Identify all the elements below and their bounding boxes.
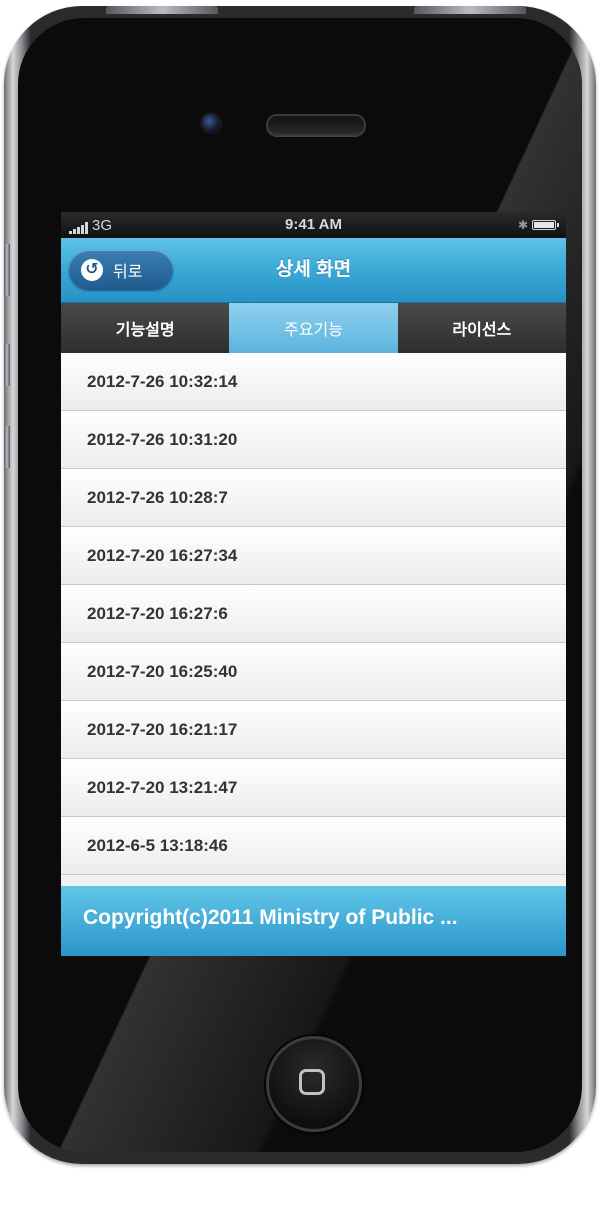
tab-main-features[interactable]: 주요기능 <box>229 303 398 353</box>
list-item[interactable]: 2012-7-20 16:27:6 <box>61 585 566 643</box>
top-button-right <box>414 6 526 14</box>
status-right: ✱ <box>518 218 559 232</box>
tab-feature-description[interactable]: 기능설명 <box>61 303 230 353</box>
mute-switch <box>4 244 10 296</box>
timestamp-list: 2012-7-26 10:32:14 2012-7-26 10:31:20 20… <box>61 353 566 875</box>
status-bar: 3G 9:41 AM ✱ <box>61 212 566 238</box>
volume-up-button <box>4 344 10 386</box>
battery-icon <box>532 220 559 230</box>
back-button[interactable]: ↺ 뒤로 <box>69 250 173 290</box>
earpiece-speaker <box>266 114 366 136</box>
app-screen: 3G 9:41 AM ✱ ↺ 뒤로 상세 화면 기능설명 주요기능 라이선스 2… <box>61 212 566 956</box>
front-camera <box>202 114 220 132</box>
tab-license[interactable]: 라이선스 <box>397 303 566 353</box>
list-item[interactable]: 2012-6-5 13:18:46 <box>61 817 566 875</box>
tab-bar: 기능설명 주요기능 라이선스 <box>61 303 566 353</box>
back-button-label: 뒤로 <box>113 264 143 281</box>
list-item[interactable]: 2012-7-20 16:27:34 <box>61 527 566 585</box>
status-time: 9:41 AM <box>285 216 342 233</box>
top-button-left <box>106 6 218 14</box>
list-item[interactable]: 2012-7-26 10:32:14 <box>61 353 566 411</box>
back-arrow-icon: ↺ <box>81 259 103 281</box>
bluetooth-icon: ✱ <box>518 218 529 232</box>
home-button[interactable] <box>266 1036 362 1132</box>
nav-header: ↺ 뒤로 상세 화면 <box>61 238 566 303</box>
volume-down-button <box>4 426 10 468</box>
list-item[interactable]: 2012-7-26 10:31:20 <box>61 411 566 469</box>
list-item[interactable]: 2012-7-26 10:28:7 <box>61 469 566 527</box>
footer-copyright: Copyright(c)2011 Ministry of Public ... <box>61 886 566 956</box>
list-item[interactable]: 2012-7-20 16:21:17 <box>61 701 566 759</box>
list-item[interactable]: 2012-7-20 16:25:40 <box>61 643 566 701</box>
list-item[interactable]: 2012-7-20 13:21:47 <box>61 759 566 817</box>
home-square-icon <box>299 1069 325 1095</box>
